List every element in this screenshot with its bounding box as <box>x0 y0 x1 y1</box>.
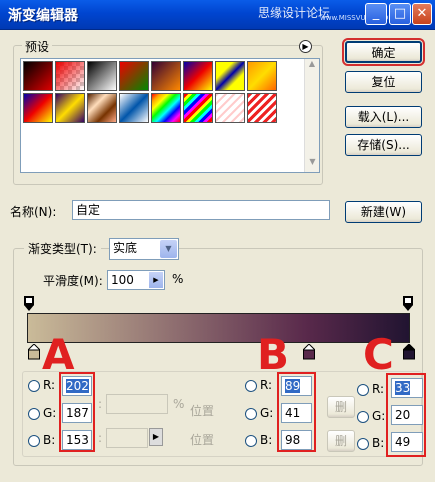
channel-r-label: R: <box>43 378 56 392</box>
preset-swatch[interactable] <box>215 61 245 91</box>
chevron-right-icon[interactable]: ▶ <box>149 272 163 288</box>
preset-swatch[interactable] <box>247 61 277 91</box>
close-icon[interactable]: ✕ <box>412 3 432 25</box>
r-value-c: 33 <box>395 381 411 395</box>
name-label: 名称(N): <box>10 205 57 219</box>
window-title: 渐变编辑器 <box>8 8 78 24</box>
radio-r[interactable] <box>28 380 40 392</box>
ok-button[interactable]: 确定 <box>342 38 425 66</box>
radio-b[interactable] <box>28 435 40 447</box>
presets-label: 预设 <box>22 38 53 55</box>
smoothness-unit: % <box>172 272 184 286</box>
preset-swatch[interactable] <box>55 61 85 91</box>
dim-label: : <box>98 431 103 445</box>
opacity-field-disabled <box>106 394 168 414</box>
gradient-type-select[interactable]: 实底 ▼ <box>109 238 179 260</box>
channel-r-label-b: R: <box>260 378 273 392</box>
smoothness-label: 平滑度(M): <box>43 274 103 288</box>
gradient-bar[interactable] <box>27 313 410 343</box>
r-field-b[interactable]: 89 <box>281 376 312 396</box>
channel-g-label-b: G: <box>260 406 274 420</box>
radio-b-b[interactable] <box>245 435 257 447</box>
r-value-b: 89 <box>285 379 301 393</box>
color-stop-c[interactable] <box>401 343 417 363</box>
scroll-down-icon[interactable]: ▼ <box>305 157 320 172</box>
b-field-a[interactable]: 153 <box>62 430 92 450</box>
maximize-icon[interactable]: □ <box>389 3 411 25</box>
preset-swatch[interactable] <box>119 61 149 91</box>
preset-swatch[interactable] <box>23 61 53 91</box>
preset-swatch[interactable] <box>87 93 117 123</box>
opacity-percent: % <box>173 397 185 411</box>
position-label: 位置 <box>190 404 215 418</box>
delete-button-2: 删 <box>327 430 355 452</box>
preset-swatch[interactable] <box>183 61 213 91</box>
r-value-a: 202 <box>66 379 89 393</box>
chevron-right-icon[interactable]: ▶ <box>149 428 163 446</box>
channel-b-label-c: B: <box>372 436 385 450</box>
b-field-c[interactable]: 49 <box>391 432 423 452</box>
smoothness-field[interactable]: 100 ▶ <box>107 270 165 290</box>
smoothness-value: 100 <box>111 273 134 287</box>
name-field[interactable]: 自定 <box>72 200 330 220</box>
radio-g[interactable] <box>28 408 40 420</box>
radio-b-c[interactable] <box>357 438 369 450</box>
radio-g-b[interactable] <box>245 408 257 420</box>
color-stop-a[interactable] <box>26 343 42 363</box>
channel-b-label-b: B: <box>260 433 273 447</box>
preset-swatch[interactable] <box>215 93 245 123</box>
presets-scrollbar[interactable]: ▲ ▼ <box>304 59 319 172</box>
g-field-b[interactable]: 41 <box>281 403 312 423</box>
radio-g-c[interactable] <box>357 411 369 423</box>
color-field-disabled <box>106 428 148 448</box>
preset-swatch[interactable] <box>23 93 53 123</box>
r-field-c[interactable]: 33 <box>391 378 423 398</box>
scroll-up-icon[interactable]: ▲ <box>305 59 319 74</box>
gradient-type-value: 实底 <box>113 241 138 255</box>
r-field-a[interactable]: 202 <box>62 376 92 396</box>
position-label-2: 位置 <box>190 433 215 447</box>
reset-button[interactable]: 复位 <box>345 71 422 93</box>
channel-b-label: B: <box>43 433 56 447</box>
g-field-a[interactable]: 187 <box>62 403 92 423</box>
load-button[interactable]: 载入(L)... <box>345 106 422 128</box>
color-stop-b[interactable] <box>301 343 317 363</box>
new-button[interactable]: 新建(W) <box>345 201 422 223</box>
radio-r-c[interactable] <box>357 384 369 396</box>
presets-menu-icon[interactable]: ▶ <box>299 40 312 53</box>
g-field-c[interactable]: 20 <box>391 405 423 425</box>
preset-swatch[interactable] <box>151 93 181 123</box>
preset-swatch[interactable] <box>151 61 181 91</box>
gradient-type-label: 渐变类型(T): <box>24 240 101 258</box>
preset-swatch[interactable] <box>247 93 277 123</box>
minimize-icon[interactable]: _ <box>365 3 387 25</box>
preset-swatch[interactable] <box>119 93 149 123</box>
chevron-down-icon[interactable]: ▼ <box>160 240 177 258</box>
b-field-b[interactable]: 98 <box>281 430 312 450</box>
dim-label: : <box>98 397 103 411</box>
preset-swatch[interactable] <box>55 93 85 123</box>
radio-r-b[interactable] <box>245 380 257 392</box>
preset-swatch[interactable] <box>183 93 213 123</box>
delete-button-1: 删 <box>327 396 355 418</box>
channel-r-label-c: R: <box>372 382 385 396</box>
channel-g-label-c: G: <box>372 409 386 423</box>
presets-list[interactable]: ▲ ▼ <box>20 58 320 173</box>
preset-swatch[interactable] <box>87 61 117 91</box>
save-button[interactable]: 存储(S)... <box>345 134 422 156</box>
channel-g-label: G: <box>43 406 57 420</box>
